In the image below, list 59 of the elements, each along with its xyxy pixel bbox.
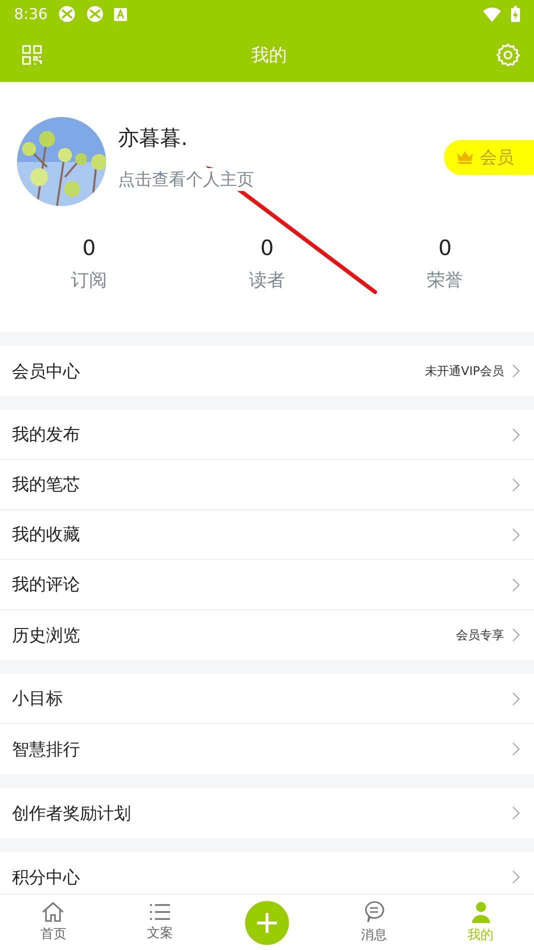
settings-icon[interactable] <box>496 43 520 67</box>
chevron-icon <box>512 806 520 820</box>
profile-link[interactable]: 点击查看个人主页 <box>118 168 254 190</box>
message-icon <box>362 901 385 923</box>
menu-label: 小目标 <box>12 688 64 710</box>
menu-label: 创作者奖励计划 <box>12 802 132 824</box>
menu-row[interactable]: 小目标 <box>0 674 534 724</box>
menu-row[interactable]: 积分中心 <box>0 852 534 894</box>
status-time: 8:36 <box>14 5 48 23</box>
chevron-icon <box>512 428 520 442</box>
menu-label: 积分中心 <box>12 866 81 888</box>
home-icon <box>42 902 64 922</box>
stat-label[interactable]: 订阅 <box>71 268 107 292</box>
menu-row[interactable]: 历史浏览 会员专享 <box>0 610 534 660</box>
chevron-icon <box>512 478 520 492</box>
nav-tab[interactable]: 消息 <box>320 895 428 950</box>
menu-row[interactable]: 智慧排行 <box>0 724 534 774</box>
chevron-icon <box>512 742 520 756</box>
nav-tab[interactable]: 文案 <box>106 895 214 950</box>
chevron-icon <box>512 578 520 592</box>
menu-label: 我的收藏 <box>12 524 81 546</box>
profile-icon <box>470 901 492 923</box>
nav-tab[interactable]: 首页 <box>0 895 107 950</box>
app-icon <box>86 5 104 23</box>
menu-label: 历史浏览 <box>12 624 81 646</box>
user-name[interactable]: 亦暮暮. <box>118 124 444 152</box>
menu-row[interactable]: 我的评论 <box>0 560 534 610</box>
chevron-icon <box>512 364 520 378</box>
menu-label: 会员中心 <box>12 360 81 382</box>
chevron-icon <box>512 528 520 542</box>
stat-count: 0 <box>82 236 96 260</box>
menu-detail: 会员专享 <box>456 626 504 644</box>
wifi-icon <box>483 6 501 22</box>
menu-row[interactable]: 创作者奖励计划 <box>0 788 534 838</box>
app-icon <box>58 5 76 23</box>
menu-row[interactable]: 我的收藏 <box>0 510 534 560</box>
chevron-icon <box>512 692 520 706</box>
stat-count: 0 <box>260 236 274 260</box>
stat-label[interactable]: 读者 <box>249 268 285 292</box>
menu-row[interactable]: 我的发布 <box>0 410 534 460</box>
menu-label: 我的评论 <box>12 574 81 596</box>
crown-icon <box>456 150 474 164</box>
add-button[interactable] <box>244 900 289 944</box>
chevron-icon <box>512 870 520 884</box>
menu-detail: 未开通VIP会员 <box>425 362 504 380</box>
menu-label: 智慧排行 <box>12 738 81 760</box>
menu-label: 我的笔芯 <box>12 474 81 496</box>
list-icon <box>149 903 172 921</box>
stat-label[interactable]: 荣誉 <box>427 268 463 292</box>
menu-row[interactable]: 我的笔芯 <box>0 460 534 510</box>
qr-code-icon[interactable] <box>22 45 42 65</box>
menu-row[interactable]: 会员中心 未开通VIP会员 <box>0 346 534 396</box>
stat-count: 0 <box>438 236 452 260</box>
chevron-icon <box>512 628 520 642</box>
menu-label: 我的发布 <box>12 424 81 446</box>
plus-icon <box>256 912 278 934</box>
page-title: 我的 <box>251 44 287 67</box>
keyboard-icon <box>114 8 127 20</box>
battery-icon <box>511 6 520 22</box>
